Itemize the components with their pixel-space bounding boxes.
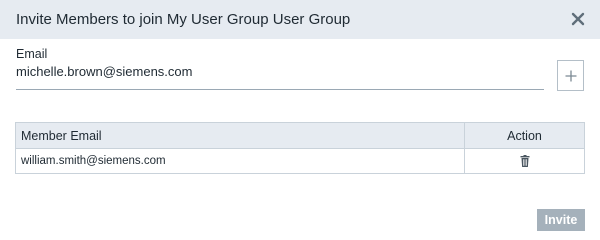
plus-icon: [565, 70, 577, 82]
add-member-button[interactable]: [557, 60, 584, 91]
trash-icon: [520, 155, 530, 167]
invite-button[interactable]: Invite: [537, 209, 585, 231]
dialog-title: Invite Members to join My User Group Use…: [16, 11, 351, 28]
column-header-member-email: Member Email: [21, 129, 102, 143]
column-header-action: Action: [507, 129, 542, 143]
table-row: william.smith@siemens.com: [16, 149, 584, 173]
email-input[interactable]: [16, 62, 544, 90]
invite-members-dialog: Invite Members to join My User Group Use…: [0, 0, 600, 239]
member-email-cell: william.smith@siemens.com: [21, 155, 166, 167]
members-table: Member Email Action william.smith@siemen…: [15, 122, 585, 174]
close-button[interactable]: [568, 9, 588, 29]
close-icon: [571, 12, 585, 26]
email-label: Email: [16, 47, 48, 61]
table-header: Member Email Action: [16, 123, 584, 149]
delete-member-button[interactable]: [519, 155, 531, 167]
dialog-header: Invite Members to join My User Group Use…: [0, 0, 600, 39]
